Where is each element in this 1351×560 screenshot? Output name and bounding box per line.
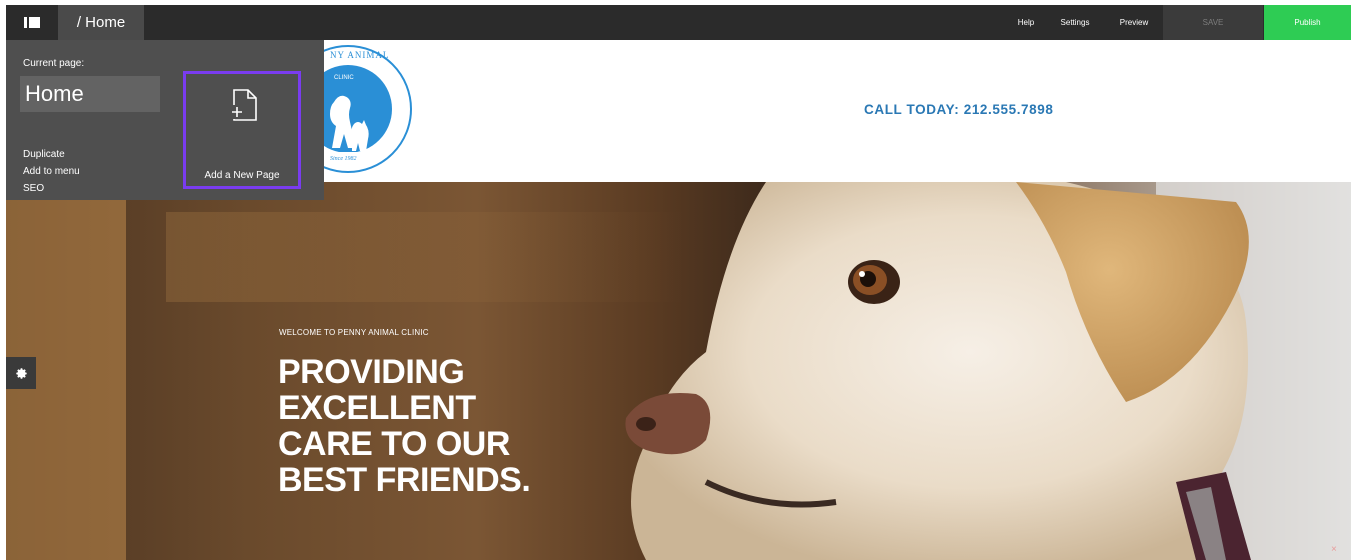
section-settings-button[interactable]	[6, 357, 36, 389]
close-icon[interactable]: ×	[1331, 544, 1337, 555]
hero-welcome-text: WELCOME TO PENNY ANIMAL CLINIC	[279, 328, 429, 337]
hero-headline-line: BEST FRIENDS.	[278, 461, 531, 499]
hero-section: WELCOME TO PENNY ANIMAL CLINIC PROVIDING…	[6, 182, 1351, 560]
preview-button[interactable]: Preview	[1114, 5, 1154, 40]
publish-button[interactable]: Publish	[1264, 5, 1351, 40]
add-new-page-label: Add a New Page	[204, 170, 280, 181]
hero-headline-line: PROVIDING	[278, 353, 465, 391]
sidebar-toggle-icon	[24, 17, 40, 28]
duplicate-page-link[interactable]: Duplicate	[23, 149, 65, 160]
hero-headline-line: EXCELLENT	[278, 389, 476, 427]
editor-toolbar: / Home Help Settings Preview SAVE Publis…	[6, 5, 1351, 40]
hero-headline-line: CARE TO OUR	[278, 425, 510, 463]
call-today-text[interactable]: CALL TODAY: 212.555.7898	[864, 102, 1054, 117]
gear-icon	[15, 367, 27, 379]
hero-dog-image	[6, 182, 1351, 560]
current-page-label: Current page:	[23, 58, 85, 69]
sidebar-toggle-button[interactable]	[6, 5, 58, 40]
logo-since-text: Since 1982	[330, 156, 357, 162]
logo-clinic-text: CLINIC	[334, 75, 354, 81]
hero-headline: PROVIDING EXCELLENT CARE TO OUR BEST FRI…	[278, 353, 531, 499]
add-new-page-button[interactable]: Add a New Page	[183, 71, 301, 189]
logo-top-text: NY ANIMAL	[330, 50, 389, 60]
add-page-icon	[230, 89, 257, 121]
seo-link[interactable]: SEO	[23, 183, 44, 194]
settings-button[interactable]: Settings	[1055, 5, 1095, 40]
current-page-name-field[interactable]: Home	[20, 76, 160, 112]
add-to-menu-link[interactable]: Add to menu	[23, 166, 80, 177]
save-button[interactable]: SAVE	[1163, 5, 1263, 40]
page-panel: Current page: Home Duplicate Add to menu…	[6, 40, 324, 200]
help-button[interactable]: Help	[1011, 5, 1041, 40]
page-breadcrumb[interactable]: / Home	[58, 5, 144, 40]
